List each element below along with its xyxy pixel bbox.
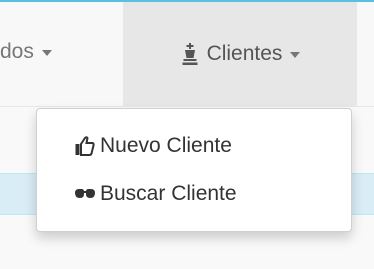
clientes-dropdown-menu: Nuevo Cliente Buscar Cliente xyxy=(36,108,352,232)
menu-item-nuevo-cliente-label: Nuevo Cliente xyxy=(100,134,232,157)
caret-down-icon xyxy=(290,52,301,58)
nav-item-partial[interactable]: dos xyxy=(0,40,52,64)
nav-item-clientes[interactable]: Clientes xyxy=(123,2,357,106)
menu-item-buscar-cliente[interactable]: Buscar Cliente xyxy=(37,177,351,211)
menu-item-buscar-cliente-label: Buscar Cliente xyxy=(100,182,237,205)
menu-item-nuevo-cliente[interactable]: Nuevo Cliente xyxy=(37,129,351,163)
glasses-icon xyxy=(74,183,96,205)
caret-down-icon xyxy=(41,50,52,56)
nav-item-partial-label: dos xyxy=(0,40,34,63)
chess-king-icon xyxy=(180,43,200,65)
nav-item-clientes-label: Clientes xyxy=(206,42,283,65)
thumbs-up-icon xyxy=(74,135,96,157)
